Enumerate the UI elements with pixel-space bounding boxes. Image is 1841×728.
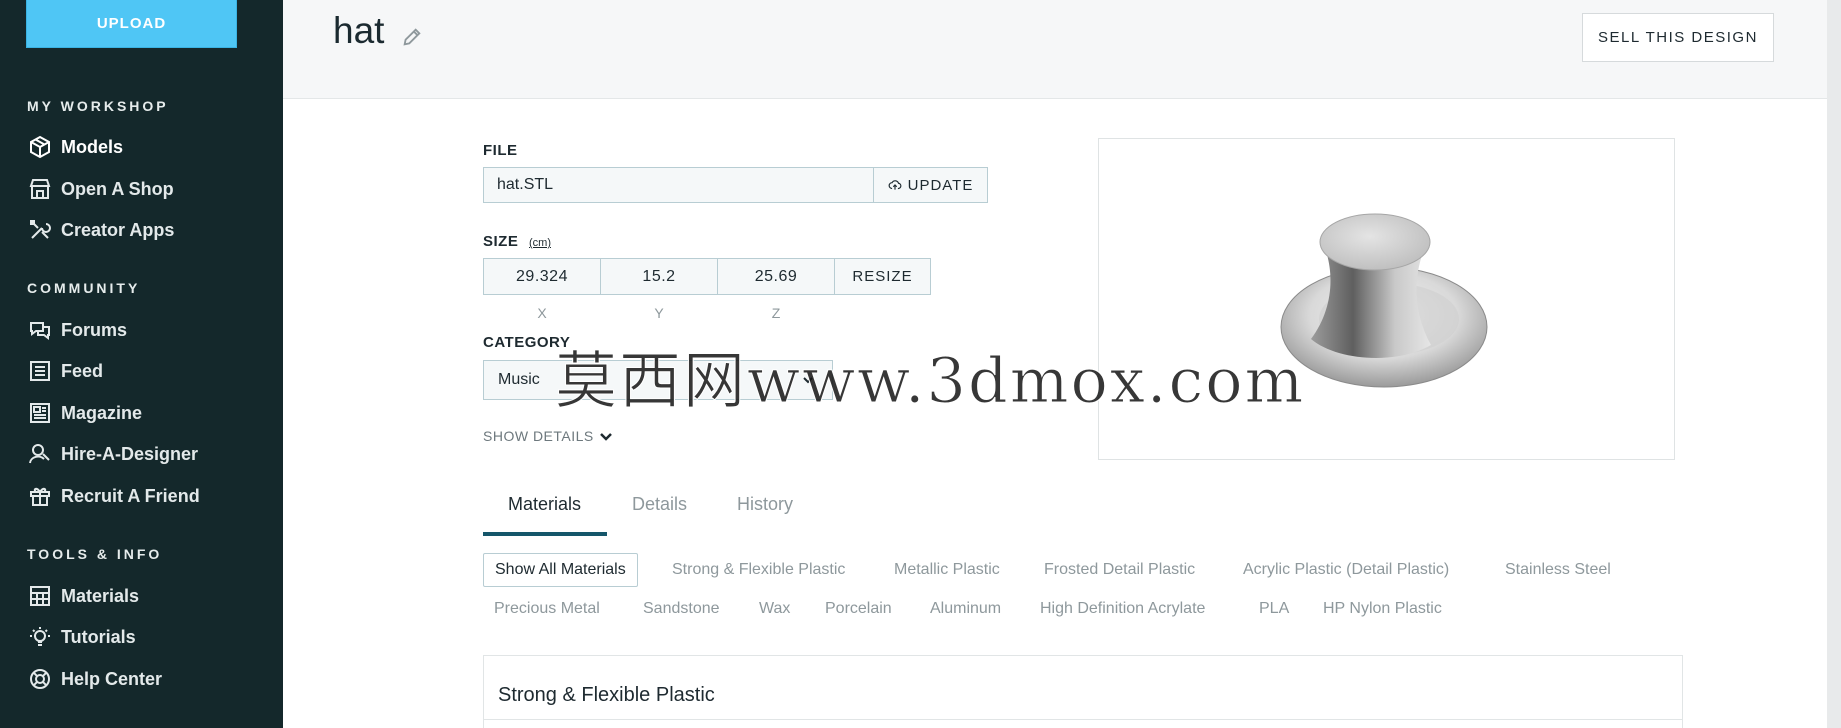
sidebar-item-feed[interactable]: Feed bbox=[27, 357, 103, 385]
chevron-down-icon bbox=[803, 377, 813, 384]
sidebar-item-label: Help Center bbox=[61, 668, 163, 689]
show-details-toggle[interactable]: SHOW DETAILS bbox=[483, 428, 613, 444]
sidebar-item-label: Feed bbox=[61, 360, 104, 381]
material-filter-chip[interactable]: Wax bbox=[759, 592, 790, 626]
sidebar-item-label: Recruit A Friend bbox=[61, 485, 200, 506]
material-card-title: Strong & Flexible Plastic bbox=[498, 684, 715, 706]
material-filter-chip[interactable]: PLA bbox=[1259, 592, 1289, 626]
axis-label-z: Z bbox=[771, 305, 781, 321]
tab-details[interactable]: Details bbox=[632, 494, 687, 515]
category-label: CATEGORY bbox=[483, 334, 571, 351]
active-tab-indicator bbox=[483, 532, 607, 536]
material-filter-chip[interactable]: Metallic Plastic bbox=[894, 553, 1000, 587]
sidebar-item-open-a-shop[interactable]: Open A Shop bbox=[27, 175, 174, 203]
file-label: FILE bbox=[483, 142, 518, 159]
sidebar-item-creator-apps[interactable]: Creator Apps bbox=[27, 216, 174, 244]
sidebar-item-recruit-a-friend[interactable]: Recruit A Friend bbox=[27, 482, 200, 510]
upload-button[interactable]: UPLOAD bbox=[26, 0, 237, 48]
material-filter-chip[interactable]: High Definition Acrylate bbox=[1040, 592, 1205, 626]
cloud-upload-icon bbox=[888, 180, 902, 190]
sidebar-item-magazine[interactable]: Magazine bbox=[27, 399, 142, 427]
lifebuoy-icon bbox=[27, 666, 53, 692]
material-filter-chip[interactable]: HP Nylon Plastic bbox=[1323, 592, 1442, 626]
sidebar-item-hire-a-designer[interactable]: Hire-A-Designer bbox=[27, 440, 198, 468]
sidebar: UPLOAD MY WORKSHOP Models Open A Shop Cr… bbox=[0, 0, 283, 728]
lightbulb-icon bbox=[27, 624, 53, 650]
sidebar-item-label: Magazine bbox=[61, 402, 143, 423]
material-filter-chip[interactable]: Aluminum bbox=[930, 592, 1001, 626]
material-filter-chip[interactable]: Precious Metal bbox=[494, 592, 600, 626]
tab-history[interactable]: History bbox=[737, 494, 793, 515]
show-details-label: SHOW DETAILS bbox=[483, 428, 594, 444]
material-filter-chip[interactable]: Strong & Flexible Plastic bbox=[672, 553, 845, 587]
material-filter-chip[interactable]: Sandstone bbox=[643, 592, 720, 626]
axis-label-y: Y bbox=[654, 305, 664, 321]
section-title-community: COMMUNITY bbox=[27, 280, 141, 296]
feed-icon bbox=[27, 358, 53, 384]
sidebar-item-label: Models bbox=[61, 136, 124, 157]
sidebar-item-label: Materials bbox=[61, 585, 140, 606]
size-y-input[interactable]: 15.2 bbox=[600, 258, 718, 295]
materials-icon bbox=[27, 583, 53, 609]
cube-icon bbox=[27, 134, 53, 160]
sidebar-item-forums[interactable]: Forums bbox=[27, 316, 127, 344]
size-x-input[interactable]: 29.324 bbox=[483, 258, 601, 295]
sidebar-item-materials[interactable]: Materials bbox=[27, 582, 139, 610]
material-filter-chip[interactable]: Acrylic Plastic (Detail Plastic) bbox=[1243, 553, 1449, 587]
sidebar-item-tutorials[interactable]: Tutorials bbox=[27, 623, 136, 651]
sidebar-item-label: Hire-A-Designer bbox=[61, 443, 199, 464]
sell-this-design-button[interactable]: SELL THIS DESIGN bbox=[1582, 13, 1774, 62]
magazine-icon bbox=[27, 400, 53, 426]
section-title-tools-info: TOOLS & INFO bbox=[27, 546, 163, 562]
material-filter-chip[interactable]: Frosted Detail Plastic bbox=[1044, 553, 1195, 587]
gift-icon bbox=[27, 483, 53, 509]
update-label: UPDATE bbox=[907, 176, 974, 194]
update-file-button[interactable]: UPDATE bbox=[873, 167, 988, 203]
category-value: Music bbox=[498, 371, 540, 388]
sidebar-item-label: Tutorials bbox=[61, 626, 136, 647]
divider bbox=[484, 719, 1682, 720]
shop-icon bbox=[27, 176, 53, 202]
chat-icon bbox=[27, 317, 53, 343]
size-unit-toggle[interactable]: (cm) bbox=[529, 237, 551, 249]
size-z-input[interactable]: 25.69 bbox=[717, 258, 835, 295]
material-card: Strong & Flexible Plastic bbox=[483, 655, 1683, 728]
material-filter-chip[interactable]: Porcelain bbox=[825, 592, 892, 626]
sidebar-item-help-center[interactable]: Help Center bbox=[27, 665, 162, 693]
tab-materials[interactable]: Materials bbox=[508, 494, 581, 515]
hat-model-render bbox=[1280, 213, 1488, 388]
chevron-down-icon bbox=[599, 433, 612, 441]
section-title-my-workshop: MY WORKSHOP bbox=[27, 98, 169, 114]
sidebar-item-label: Creator Apps bbox=[61, 219, 175, 240]
category-select[interactable]: Music bbox=[483, 360, 833, 400]
sidebar-item-label: Forums bbox=[61, 319, 128, 340]
material-filter-chip[interactable]: Stainless Steel bbox=[1505, 553, 1611, 587]
page-title: hat bbox=[333, 10, 385, 51]
page-header: hat SELL THIS DESIGN bbox=[283, 0, 1841, 99]
axis-label-x: X bbox=[537, 305, 547, 321]
app-root: UPLOAD MY WORKSHOP Models Open A Shop Cr… bbox=[0, 0, 1841, 728]
sidebar-item-label: Open A Shop bbox=[61, 178, 174, 199]
sidebar-item-models[interactable]: Models bbox=[27, 133, 123, 161]
pencil-icon[interactable] bbox=[401, 26, 423, 48]
file-name-field[interactable]: hat.STL bbox=[483, 167, 874, 203]
designer-icon bbox=[27, 441, 53, 467]
resize-button[interactable]: RESIZE bbox=[834, 258, 931, 295]
model-preview[interactable] bbox=[1098, 138, 1675, 460]
tools-icon bbox=[27, 217, 53, 243]
scrollbar-track[interactable] bbox=[1827, 0, 1841, 728]
material-filter-show-all[interactable]: Show All Materials bbox=[483, 553, 638, 587]
size-label: SIZE bbox=[483, 233, 519, 250]
